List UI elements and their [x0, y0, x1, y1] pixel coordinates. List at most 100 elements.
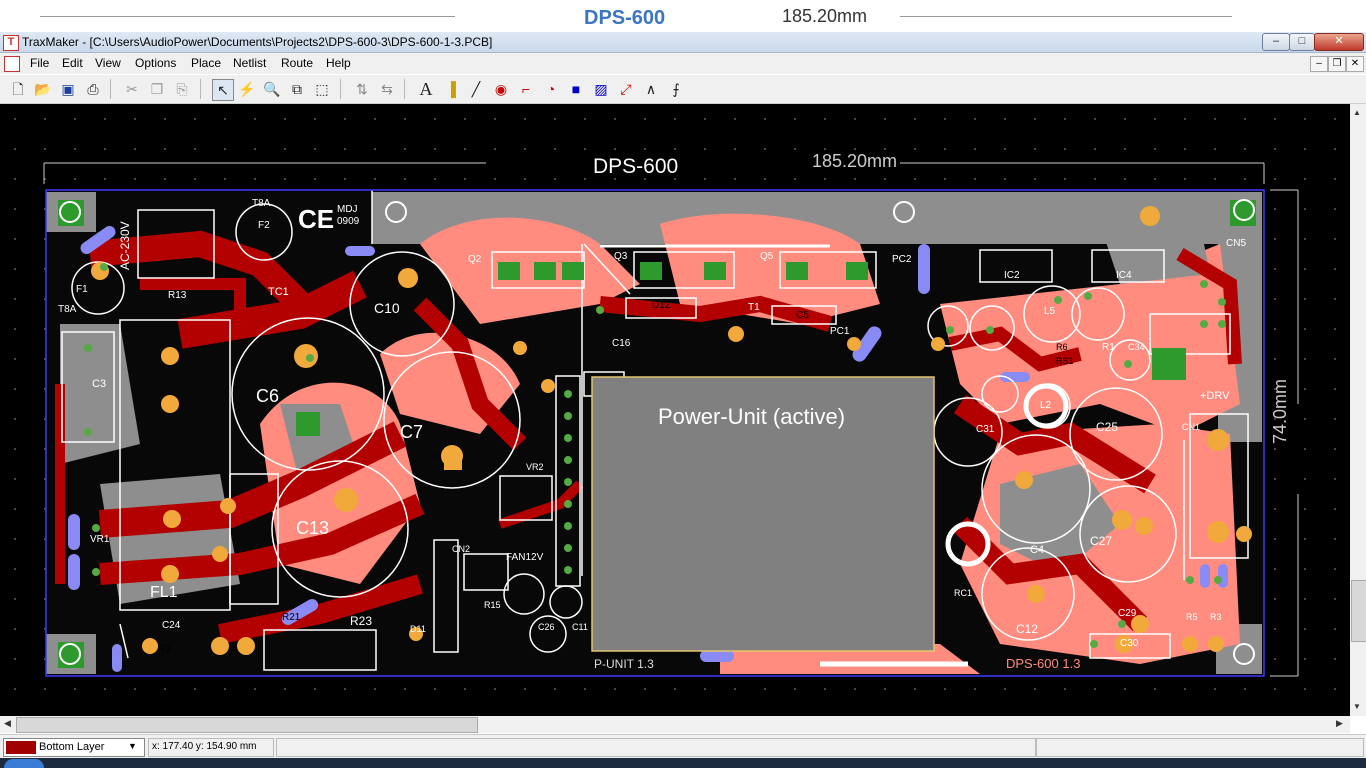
component-label: R15: [484, 600, 501, 610]
menu-help[interactable]: Help: [326, 56, 351, 70]
save-icon[interactable]: ▣: [58, 79, 78, 99]
taskbar: [0, 758, 1366, 768]
component-label: R1: [1102, 342, 1115, 353]
start-button[interactable]: [4, 759, 44, 768]
fill-icon[interactable]: ■: [566, 79, 586, 99]
component-label: C10: [374, 300, 400, 316]
background-document-strip: DPS-600 185.20mm: [0, 0, 1366, 34]
pcb-canvas[interactable]: DPS-600 185.20mm 74.0mm Power-Unit (acti…: [0, 104, 1350, 716]
polygon-icon[interactable]: ▨: [591, 79, 611, 99]
select-arrow-icon[interactable]: ↖: [212, 79, 234, 101]
status-bar: Bottom Layer ▼ x: 177.40 y: 154.90 mm: [0, 734, 1366, 759]
layer-select[interactable]: Bottom Layer ▼: [3, 738, 145, 757]
flip-vertical-icon[interactable]: ⇅: [352, 79, 372, 99]
menu-netlist[interactable]: Netlist: [233, 56, 266, 70]
component-label: F1: [76, 284, 88, 295]
vertical-scroll-thumb[interactable]: [1351, 580, 1366, 642]
component-label: IC4: [1116, 270, 1132, 281]
component-icon[interactable]: ⌐: [516, 79, 536, 99]
component-label: PC1: [830, 326, 850, 337]
component-label: D11: [410, 624, 426, 634]
component-label: Q5: [760, 251, 774, 262]
paste-icon[interactable]: ⎘: [172, 79, 192, 99]
menu-edit[interactable]: Edit: [62, 56, 83, 70]
layer-select-value: Bottom Layer: [39, 741, 105, 753]
vertical-scrollbar[interactable]: ▲ ▼: [1350, 104, 1366, 716]
cursor-coordinates: x: 177.40 y: 154.90 mm: [152, 741, 257, 752]
toolbar-separator: [110, 79, 111, 99]
horizontal-scroll-thumb[interactable]: [16, 717, 478, 733]
component-label: C13: [296, 518, 330, 538]
flip-horizontal-icon[interactable]: ⇆: [377, 79, 397, 99]
window-title: TraxMaker - [C:\Users\AudioPower\Documen…: [22, 35, 493, 49]
component-label: C24: [162, 620, 181, 631]
component-label: VR2: [526, 462, 544, 472]
mdi-close-button[interactable]: ✕: [1346, 56, 1364, 72]
component-label: PC2: [892, 254, 912, 265]
layer-color-swatch: [6, 741, 36, 754]
mdi-restore-button[interactable]: ❐: [1328, 56, 1346, 72]
via-icon[interactable]: ◉: [491, 79, 511, 99]
print-icon[interactable]: ⎙: [83, 79, 103, 99]
close-button[interactable]: ✕: [1314, 33, 1364, 51]
connect-icon[interactable]: ⤢: [616, 79, 636, 99]
component-label: C11: [572, 622, 588, 632]
active-region-label: Power-Unit (active): [658, 404, 846, 429]
status-message-panel: [276, 738, 1036, 757]
component-label: C4: [1030, 544, 1045, 556]
menu-view[interactable]: View: [95, 56, 121, 70]
toolbar-separator: [404, 79, 405, 99]
component-label: CN5: [1226, 238, 1247, 249]
component-label: C12: [1016, 622, 1039, 636]
horizontal-scrollbar[interactable]: ◀ ▶: [0, 716, 1350, 733]
menu-route[interactable]: Route: [281, 56, 313, 70]
traxmaker-app-icon[interactable]: T: [3, 35, 19, 51]
menu-options[interactable]: Options: [135, 56, 176, 70]
component-label: T8A: [252, 198, 271, 209]
new-icon[interactable]: 🗋: [8, 79, 28, 99]
board-footer-left: P-UNIT 1.3: [594, 657, 654, 671]
zoom-icon[interactable]: 🔍: [262, 79, 282, 99]
scroll-left-arrow-icon[interactable]: ◀: [4, 718, 11, 729]
ce-mark-icon: CE: [298, 204, 335, 234]
scroll-up-arrow-icon[interactable]: ▲: [1353, 108, 1361, 117]
component-label: T1: [748, 302, 760, 313]
chevron-down-icon[interactable]: ▼: [128, 741, 137, 751]
scroll-right-arrow-icon[interactable]: ▶: [1336, 718, 1343, 729]
component-label: C26: [538, 622, 555, 632]
component-label: Q3: [614, 251, 628, 262]
board-footer-right: DPS-600 1.3: [1006, 656, 1081, 671]
component-label: C3: [92, 378, 107, 390]
arc-icon[interactable]: ◔: [541, 79, 561, 99]
mdi-minimize-button[interactable]: –: [1310, 56, 1328, 72]
copy-icon[interactable]: ❐: [147, 79, 167, 99]
route-b-icon[interactable]: ⨍: [666, 79, 686, 99]
maximize-button[interactable]: □: [1289, 33, 1315, 51]
menu-file[interactable]: File: [30, 56, 49, 70]
component-label: CN2: [452, 544, 471, 554]
coordinate-panel: x: 177.40 y: 154.90 mm: [148, 738, 274, 757]
component-label: C25: [1096, 420, 1119, 434]
background-dimension: 185.20mm: [782, 6, 868, 26]
menu-place[interactable]: Place: [191, 56, 221, 70]
component-label: C34: [1128, 342, 1145, 352]
cut-icon[interactable]: ✂: [122, 79, 142, 99]
component-label: L2: [1040, 400, 1052, 411]
background-title: DPS-600: [584, 7, 666, 29]
track-icon[interactable]: ╱: [466, 79, 486, 99]
component-label: T8A: [58, 304, 77, 315]
document-icon[interactable]: [4, 56, 20, 72]
cert-text-2: 0909: [337, 216, 360, 227]
open-icon[interactable]: 📂: [33, 79, 53, 99]
scroll-down-arrow-icon[interactable]: ▼: [1353, 702, 1361, 711]
autoroute-icon[interactable]: ⚡: [237, 79, 257, 99]
toolbar-separator: [340, 79, 341, 99]
text-icon[interactable]: A: [416, 79, 436, 99]
pad-icon[interactable]: ▐: [441, 79, 461, 99]
component-label: R13: [168, 290, 187, 301]
minimize-button[interactable]: –: [1262, 33, 1290, 51]
window-titlebar[interactable]: T TraxMaker - [C:\Users\AudioPower\Docum…: [0, 32, 1366, 53]
zoom-fit-icon[interactable]: ⧉: [287, 79, 307, 99]
zoom-area-icon[interactable]: ⬚: [312, 79, 332, 99]
route-a-icon[interactable]: ∧: [641, 79, 661, 99]
